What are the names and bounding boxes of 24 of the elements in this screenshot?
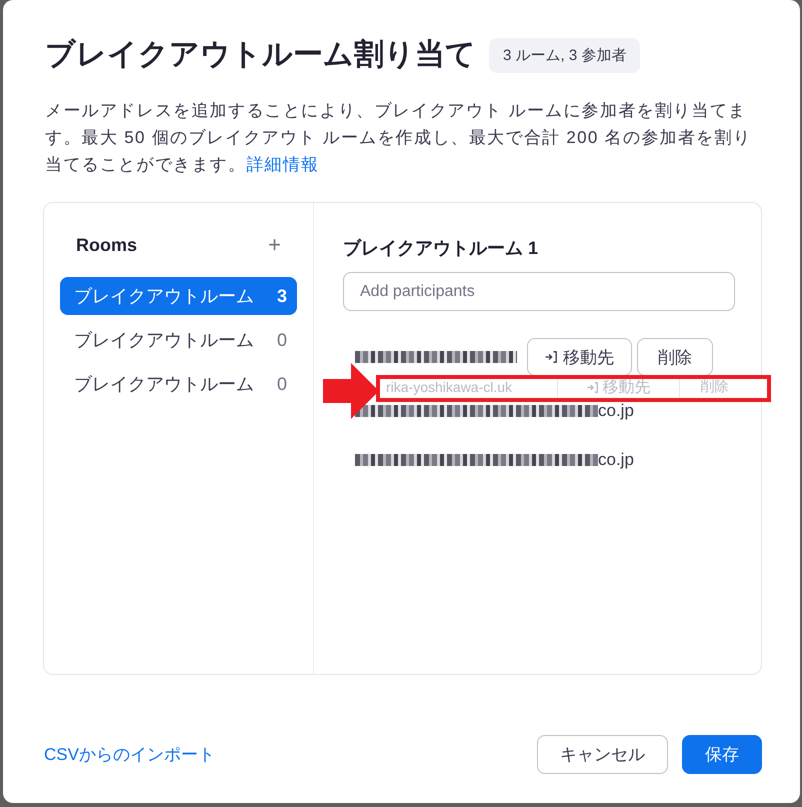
summary-badge: 3 ルーム, 3 参加者 bbox=[489, 38, 640, 72]
delete-label: 削除 bbox=[679, 376, 749, 398]
import-csv-link[interactable]: CSVからのインポート bbox=[44, 743, 215, 766]
cancel-button[interactable]: キャンセル bbox=[537, 735, 668, 774]
room-item[interactable]: ブレイクアウトルーム 0 bbox=[60, 321, 297, 359]
dialog-title: ブレイクアウトルーム割り当て bbox=[45, 37, 476, 73]
add-room-button[interactable]: + bbox=[268, 233, 281, 257]
description-text: メールアドレスを追加することにより、ブレイクアウト ルームに参加者を割り当てます。最大 50 個のブレイクアウト ルームを作成し、最大で合計 200 名の参加者を割り当てることができます。詳細情報 bbox=[45, 100, 752, 176]
email-text: rika-yoshikawa-cl.uk bbox=[385, 379, 514, 395]
room-item[interactable]: ブレイクアウトルーム 3 bbox=[60, 277, 297, 315]
move-button[interactable]: 移動先 bbox=[527, 338, 632, 376]
move-in-icon bbox=[545, 351, 557, 363]
email-text: co.jp bbox=[598, 402, 634, 420]
arrow-icon bbox=[323, 363, 379, 419]
rooms-heading: Rooms bbox=[76, 234, 138, 256]
save-button[interactable]: 保存 bbox=[682, 735, 762, 774]
delete-button[interactable]: 削除 bbox=[637, 338, 713, 376]
move-in-icon bbox=[586, 382, 598, 392]
move-label: 移動先 bbox=[557, 376, 679, 398]
room-item[interactable]: ブレイクアウトルーム 0 bbox=[60, 365, 297, 403]
more-info-link[interactable]: 詳細情報 bbox=[246, 155, 320, 174]
participant-input[interactable]: Add participants bbox=[343, 272, 735, 311]
email-text: co.jp bbox=[598, 451, 634, 469]
room-heading: ブレイクアウトルーム 1 bbox=[343, 237, 540, 260]
